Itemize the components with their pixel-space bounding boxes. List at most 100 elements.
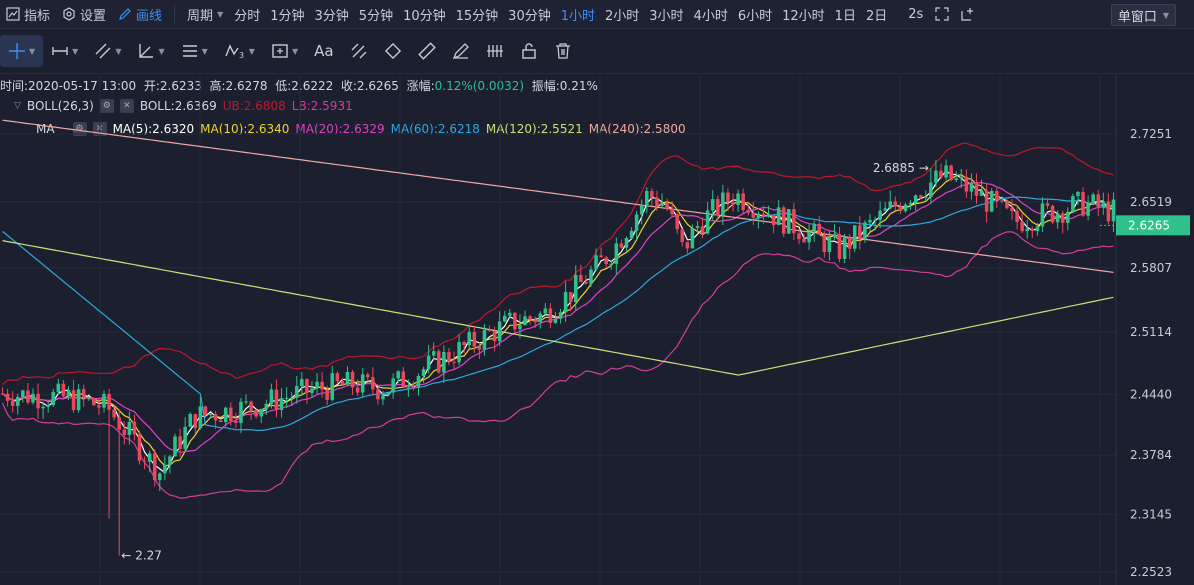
candle-body: [949, 165, 953, 180]
candle-body: [995, 190, 999, 201]
pen-icon: [452, 43, 469, 60]
candle-body: [294, 386, 299, 398]
candle-body: [1020, 222, 1024, 232]
candle-body: [903, 204, 908, 212]
period-13[interactable]: 1日: [830, 5, 861, 24]
fullscreen-button[interactable]: [929, 7, 955, 21]
candle-body: [629, 230, 634, 239]
brush-tool[interactable]: [342, 35, 376, 67]
candle-body: [426, 355, 431, 370]
drawing-toolbar: ▼ ▼ ▼ ▼ ▼ 3 ▼ ▼ Aa: [0, 29, 1194, 74]
candle-body: [513, 312, 517, 330]
candle-body: [21, 390, 25, 397]
pattern-tool[interactable]: [478, 35, 512, 67]
candle-body: [787, 209, 791, 234]
pen-tool[interactable]: [444, 35, 478, 67]
period-12[interactable]: 12小时: [777, 5, 830, 24]
period-7[interactable]: 1小时: [556, 5, 600, 24]
ruler-tool[interactable]: [410, 35, 444, 67]
candle-body: [655, 197, 659, 206]
candle-body: [756, 213, 761, 218]
candle-body: [411, 387, 416, 389]
candle-body: [442, 351, 446, 373]
candle-body: [345, 371, 350, 385]
period-9[interactable]: 3小时: [644, 5, 688, 24]
candle-body: [335, 373, 340, 382]
candle-body: [183, 426, 187, 449]
candle-body: [563, 292, 568, 313]
candle-body: [766, 215, 771, 217]
candle-body: [1045, 203, 1050, 206]
candle-body: [1015, 210, 1019, 223]
wave-tool[interactable]: 3 ▼: [216, 35, 263, 67]
boll-upper-band: [2, 142, 1114, 385]
candle-body: [274, 389, 279, 411]
indicators-button[interactable]: 指标: [0, 5, 56, 24]
candle-body: [137, 434, 142, 461]
candle-body: [528, 316, 532, 320]
candle-body: [553, 318, 558, 323]
period-8[interactable]: 2小时: [600, 5, 644, 24]
price-chart[interactable]: 2.7251 2.6519 2.5807 2.5114 2.4440 2.3784 2.31…: [0, 75, 1194, 585]
candle-body: [502, 315, 507, 322]
period-0[interactable]: 分时: [229, 5, 265, 24]
candle-body: [1081, 191, 1085, 216]
candle-body: [487, 329, 492, 331]
candle-body: [959, 176, 964, 179]
candle-body: [254, 410, 258, 417]
rectangle-tool[interactable]: ▼: [263, 35, 306, 67]
settings-button[interactable]: 设置: [56, 5, 112, 24]
candle-body: [675, 214, 679, 230]
candle-body: [1071, 196, 1075, 212]
candle-body: [827, 237, 832, 253]
candle-body: [310, 388, 314, 394]
candle-body: [974, 183, 979, 196]
crosshair-tool[interactable]: ▼: [0, 35, 44, 67]
horizontal-line-tool[interactable]: ▼: [43, 35, 86, 67]
delete-tool[interactable]: [546, 35, 580, 67]
candle-body: [579, 274, 583, 282]
period-4[interactable]: 10分钟: [398, 5, 451, 24]
candle-body: [168, 456, 172, 465]
draw-button[interactable]: 画线: [112, 5, 168, 24]
candle-body: [700, 226, 705, 234]
period-11[interactable]: 6小时: [733, 5, 777, 24]
period-5[interactable]: 15分钟: [451, 5, 504, 24]
period-10[interactable]: 4小时: [689, 5, 733, 24]
candle-body: [492, 330, 497, 342]
angle-tool[interactable]: ▼: [129, 35, 172, 67]
period-3[interactable]: 5分钟: [354, 5, 398, 24]
trend-line-tool[interactable]: ▼: [86, 35, 129, 67]
candle-body: [984, 190, 989, 212]
caret-down-icon: ▼: [248, 46, 255, 56]
candle-body: [462, 342, 466, 346]
trash-icon: [555, 43, 570, 59]
chart-grid: [0, 75, 1117, 585]
candle-body: [289, 397, 294, 399]
period-1[interactable]: 1分钟: [265, 5, 309, 24]
refresh-interval[interactable]: 2s: [902, 7, 929, 22]
period-14[interactable]: 2日: [861, 5, 892, 24]
candle-body: [472, 331, 477, 347]
candle-body: [10, 400, 15, 406]
eraser-tool[interactable]: [376, 35, 410, 67]
candle-body: [619, 243, 624, 248]
text-tool[interactable]: Aa: [306, 35, 341, 67]
boll-bands: [1, 142, 1114, 499]
period-selector[interactable]: 周期 ▼: [181, 5, 229, 24]
period-6[interactable]: 30分钟: [503, 5, 556, 24]
candle-body: [350, 371, 355, 388]
fibonacci-tool[interactable]: ▼: [173, 35, 216, 67]
lock-tool[interactable]: [512, 35, 546, 67]
price-tick-label: 2.5114: [1130, 325, 1172, 339]
eraser-icon: [384, 42, 401, 60]
candle-body: [817, 223, 822, 235]
candle-body: [1025, 228, 1030, 232]
window-mode-select[interactable]: 单窗口 ▼: [1110, 4, 1176, 26]
period-2[interactable]: 3分钟: [310, 5, 354, 24]
candle-body: [893, 201, 898, 207]
add-window-button[interactable]: [955, 7, 981, 21]
brush-icon: [351, 43, 367, 59]
fullscreen-icon: [935, 7, 949, 21]
candle-body: [401, 371, 406, 388]
